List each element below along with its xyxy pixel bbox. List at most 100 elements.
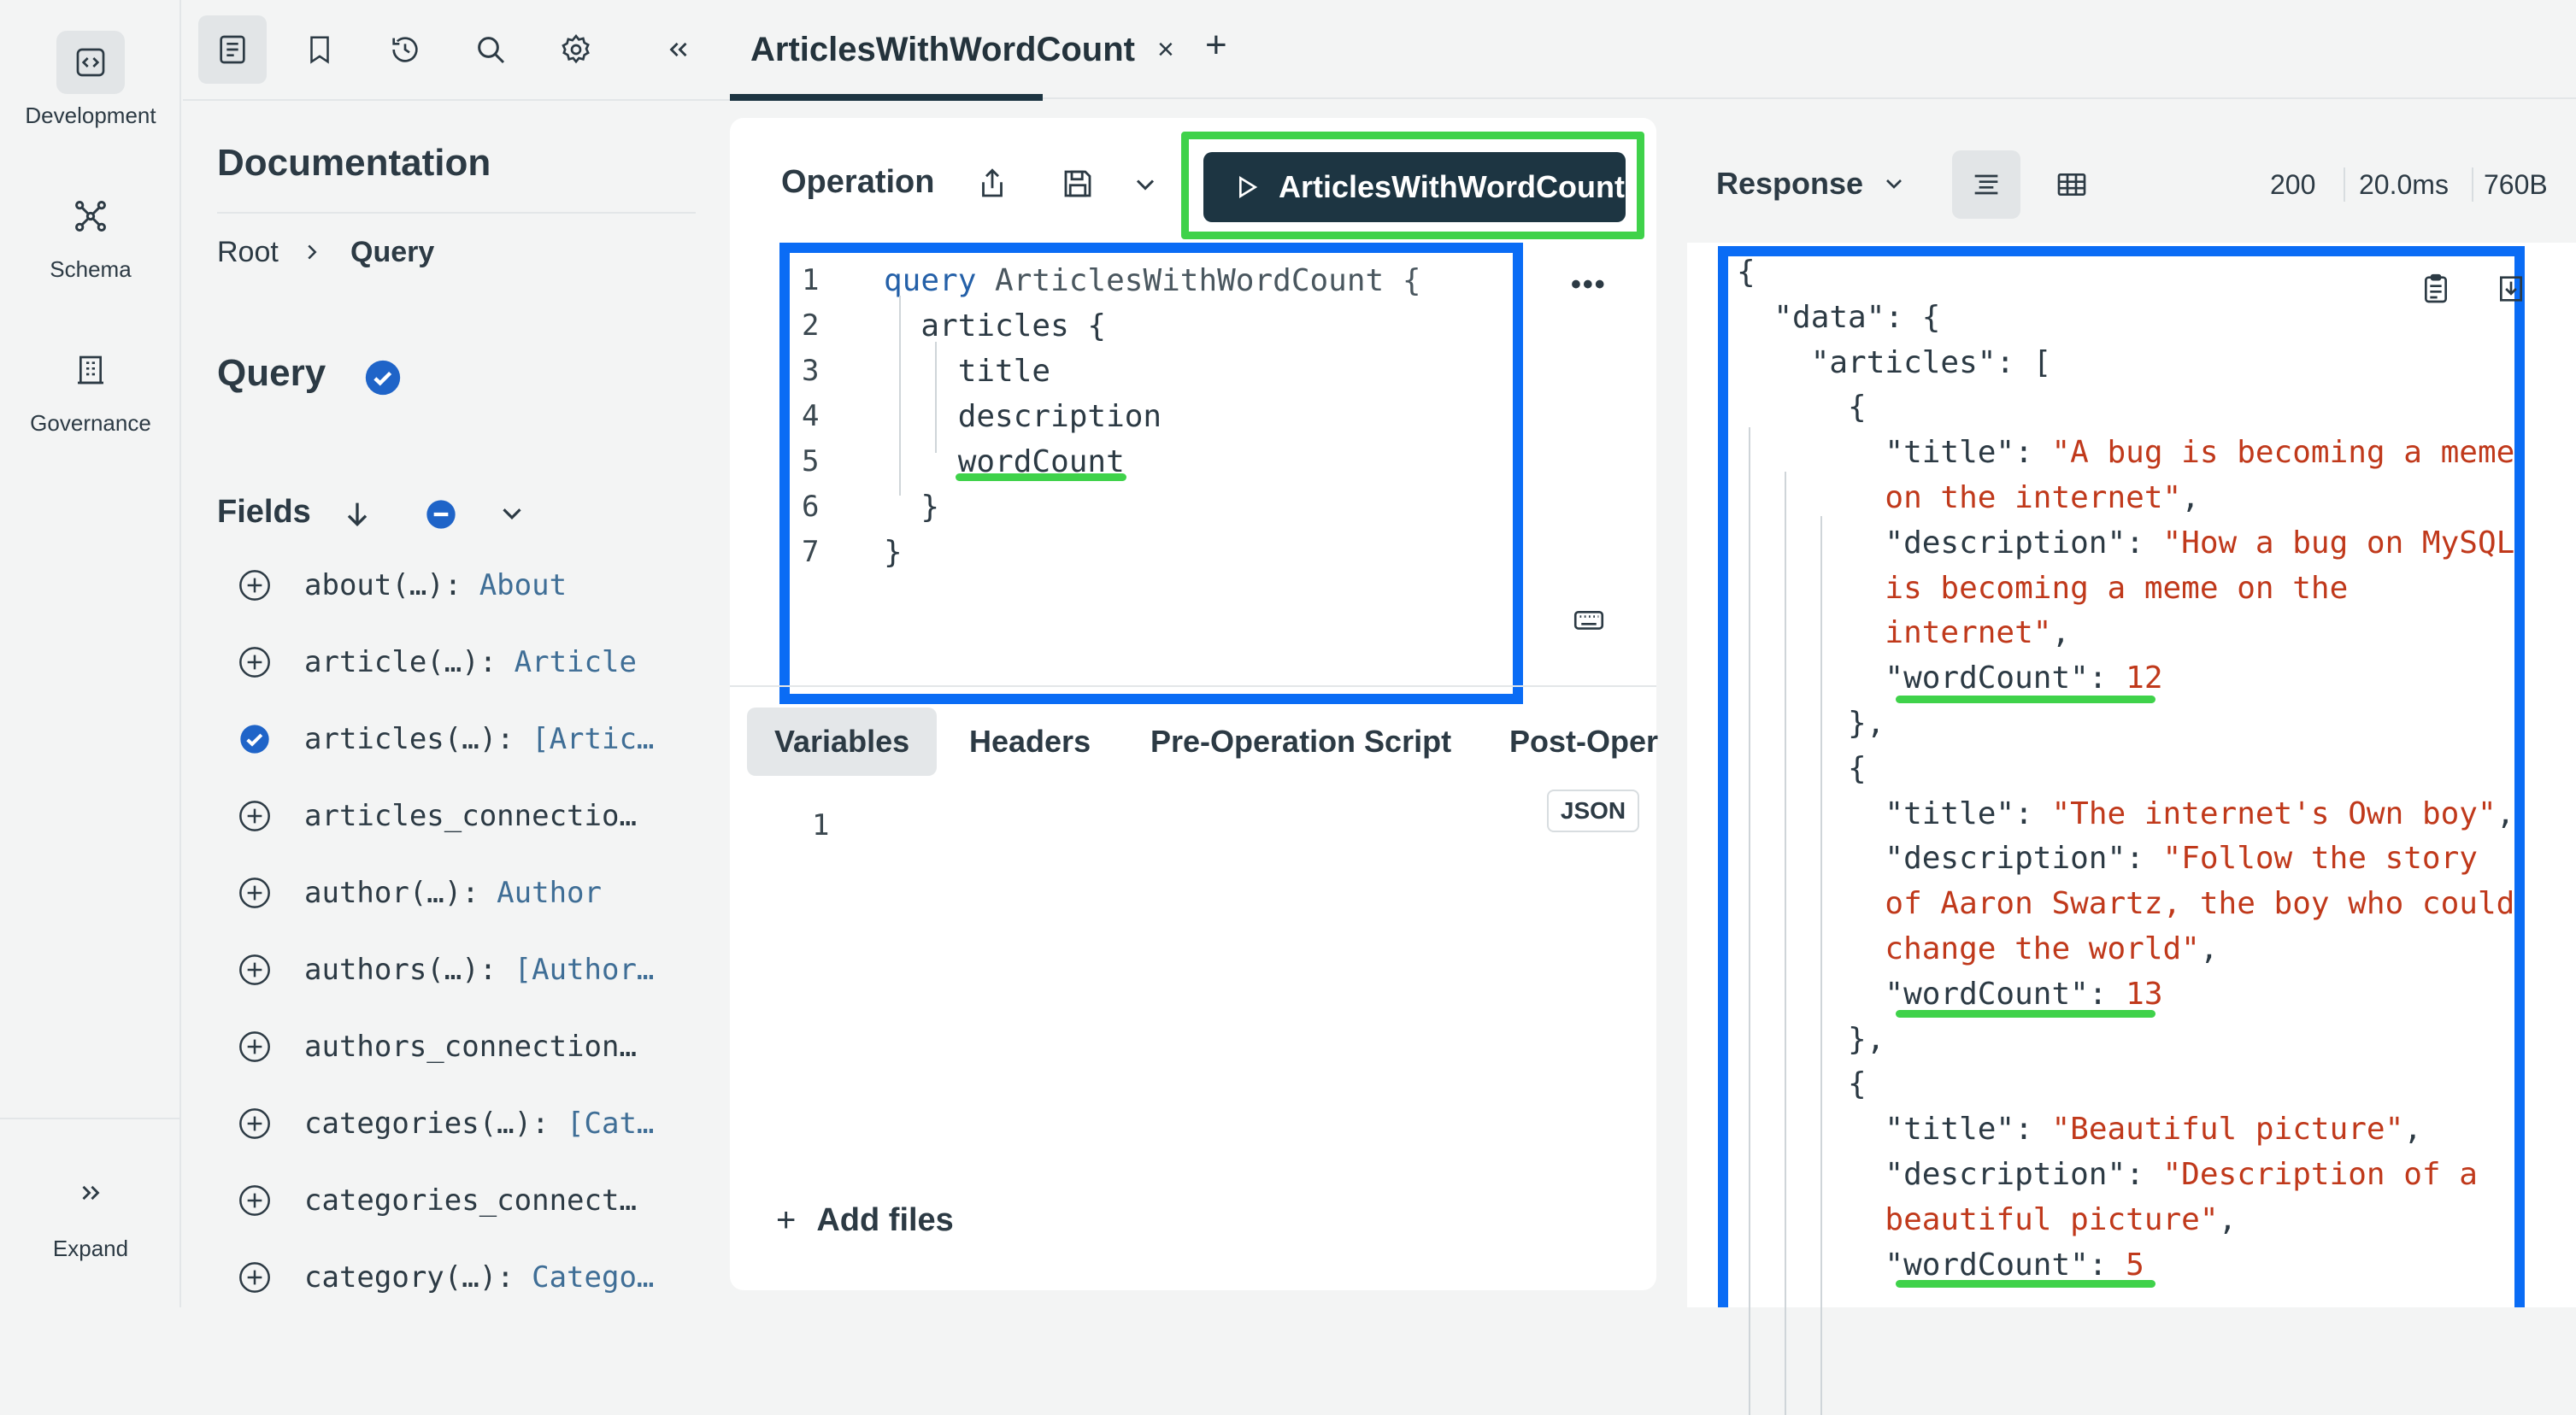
save-icon[interactable] xyxy=(1060,166,1096,202)
collapse-panel-button[interactable] xyxy=(644,15,713,84)
search-icon xyxy=(473,32,508,67)
response-line: }, xyxy=(1737,1022,1885,1057)
chevron-down-icon[interactable] xyxy=(1130,169,1161,200)
json-token: { xyxy=(1737,750,1867,786)
text-view-button[interactable] xyxy=(1952,150,2020,219)
copy-clipboard-icon[interactable] xyxy=(2419,272,2453,306)
field-type: Article xyxy=(514,645,637,679)
breadcrumb-root[interactable]: Root xyxy=(217,236,279,269)
sort-arrow-down-icon[interactable] xyxy=(340,497,374,531)
keyboard-icon[interactable] xyxy=(1571,602,1607,637)
response-dropdown[interactable]: Response xyxy=(1716,166,1908,202)
plus-circle-icon[interactable] xyxy=(238,1030,272,1064)
table-view-button[interactable] xyxy=(2038,150,2106,219)
plus-circle-icon[interactable] xyxy=(238,876,272,910)
left-rail: Development Schema Governance Expand xyxy=(0,0,181,1307)
history-button[interactable] xyxy=(371,15,439,84)
fields-heading: Fields xyxy=(217,494,311,530)
double-chevron-left-icon xyxy=(664,35,693,64)
add-files-button[interactable]: + Add files xyxy=(776,1201,954,1240)
rail-divider xyxy=(0,1118,181,1119)
docs-title-divider xyxy=(217,212,696,214)
field-item[interactable]: categories(…): [Cat… xyxy=(238,1102,654,1145)
bookmark-button[interactable] xyxy=(285,15,354,84)
share-icon[interactable] xyxy=(974,166,1010,202)
response-line: "title": "Beautiful picture", xyxy=(1737,1112,2422,1147)
plus-circle-icon[interactable] xyxy=(238,1260,272,1295)
field-name: category(…): xyxy=(304,1260,532,1295)
response-line: beautiful picture", xyxy=(1737,1202,2237,1237)
field-item[interactable]: category(…): Catego… xyxy=(238,1256,654,1299)
checked-circle-icon[interactable] xyxy=(238,722,272,756)
run-button-highlight xyxy=(1181,132,1644,239)
more-options-icon[interactable]: ••• xyxy=(1571,268,1607,302)
json-token: "Beautiful picture" xyxy=(2051,1112,2404,1148)
search-button[interactable] xyxy=(456,15,525,84)
type-heading: Query xyxy=(217,352,326,395)
docs-toggle-button[interactable] xyxy=(198,15,267,84)
json-token: "wordCount": xyxy=(1737,976,2126,1012)
response-line: "title": "A bug is becoming a meme xyxy=(1737,435,2514,470)
download-icon[interactable] xyxy=(2494,272,2528,306)
json-token: internet" xyxy=(1737,615,2052,651)
gear-icon xyxy=(559,32,593,67)
field-item[interactable]: article(…): Article xyxy=(238,641,637,684)
tab-post-operation-script[interactable]: Post-Oper xyxy=(1509,708,1658,776)
table-icon xyxy=(2055,167,2089,202)
add-tab-icon[interactable]: + xyxy=(1205,24,1227,67)
chevron-down-icon[interactable] xyxy=(496,497,528,530)
plus-circle-icon[interactable] xyxy=(238,953,272,987)
wordcount-underline xyxy=(956,473,1126,481)
close-tab-icon[interactable]: × xyxy=(1157,33,1174,67)
field-item[interactable]: about(…): About xyxy=(238,564,567,607)
json-token: "description": xyxy=(1737,1157,2163,1192)
json-token: 13 xyxy=(2126,976,2163,1012)
field-name: authors(…): xyxy=(304,953,515,987)
tab-variables[interactable]: Variables xyxy=(747,708,938,776)
field-item[interactable]: authors(…): [Author… xyxy=(238,948,654,991)
tab-title: ArticlesWithWordCount xyxy=(750,30,1135,68)
indent-guide xyxy=(899,296,901,496)
deselect-all-icon[interactable] xyxy=(424,497,458,531)
json-token: { xyxy=(1737,1066,1867,1102)
plus-circle-icon[interactable] xyxy=(238,1107,272,1141)
field-name: author(…): xyxy=(304,876,497,910)
docs-title: Documentation xyxy=(217,142,491,184)
field-type: About xyxy=(479,568,568,602)
rail-label: Schema xyxy=(50,256,132,282)
json-token: on the internet" xyxy=(1737,480,2182,515)
field-item[interactable]: author(…): Author xyxy=(238,872,602,914)
rail-item-schema[interactable]: Schema xyxy=(0,185,181,283)
field-item[interactable]: articles(…): [Artic… xyxy=(238,718,654,760)
graph-nodes-icon xyxy=(56,185,125,248)
json-badge[interactable]: JSON xyxy=(1547,790,1639,832)
operation-pane: Operation ArticlesWithWordCount 1 query A… xyxy=(730,118,1658,1290)
response-line: "description": "How a bug on MySQL xyxy=(1737,525,2514,561)
plus-circle-icon[interactable] xyxy=(238,568,272,602)
field-item[interactable]: authors_connection… xyxy=(238,1025,637,1068)
bookmark-icon xyxy=(303,33,336,66)
response-line: is becoming a meme on the xyxy=(1737,571,2348,606)
tab-pre-operation-script[interactable]: Pre-Operation Script xyxy=(1150,708,1451,776)
response-line: internet", xyxy=(1737,615,2070,650)
tab-headers[interactable]: Headers xyxy=(969,708,1091,776)
response-line: { xyxy=(1737,255,1756,290)
field-item[interactable]: categories_connect… xyxy=(238,1179,637,1222)
plus-circle-icon[interactable] xyxy=(238,645,272,679)
json-token: }, xyxy=(1737,1021,1885,1057)
expand-button[interactable]: Expand xyxy=(0,1159,181,1262)
rail-item-governance[interactable]: Governance xyxy=(0,338,181,437)
rail-item-development[interactable]: Development xyxy=(0,31,181,129)
rail-label: Development xyxy=(25,103,156,128)
plus-circle-icon[interactable] xyxy=(238,1183,272,1218)
json-token: , xyxy=(2403,1112,2422,1148)
json-token: "title": xyxy=(1737,435,2052,471)
history-icon xyxy=(388,32,422,67)
expand-label: Expand xyxy=(52,1236,129,1261)
response-line: on the internet", xyxy=(1737,480,2199,515)
settings-button[interactable] xyxy=(542,15,610,84)
field-item[interactable]: articles_connectio… xyxy=(238,795,637,837)
docs-toolbar-divider xyxy=(183,99,730,101)
plus-circle-icon[interactable] xyxy=(238,799,272,833)
tab-articles-with-word-count[interactable]: ArticlesWithWordCount × xyxy=(730,0,1185,101)
